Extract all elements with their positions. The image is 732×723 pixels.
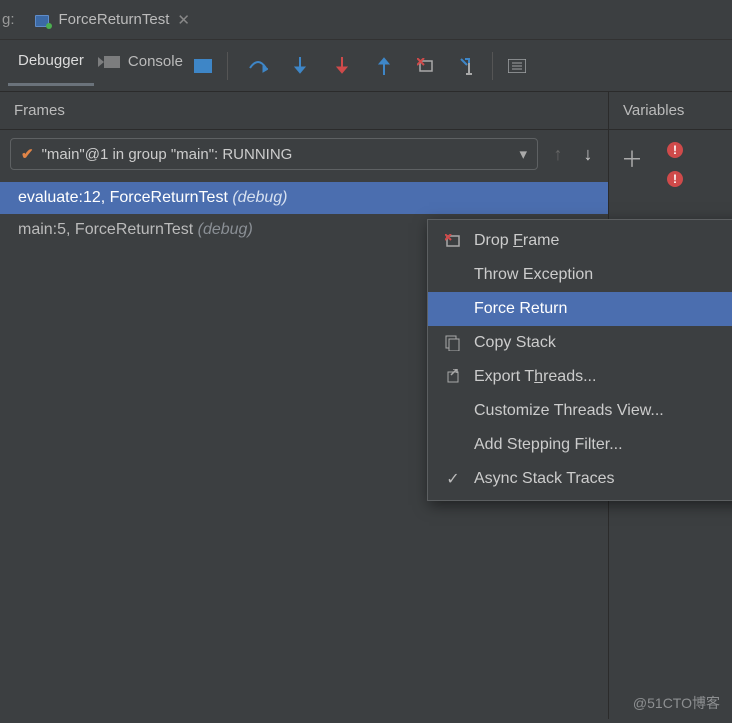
step-into-icon[interactable]: [290, 56, 310, 76]
thread-dropdown[interactable]: ✔ "main"@1 in group "main": RUNNING ▾: [10, 138, 538, 170]
chevron-down-icon: ▾: [519, 145, 527, 163]
drop-frame-menu-icon: [444, 233, 462, 249]
export-icon: [444, 369, 462, 385]
step-over-icon[interactable]: [248, 56, 268, 76]
console-icon: [104, 56, 120, 68]
file-tab-label: ForceReturnTest: [59, 11, 170, 28]
left-truncated-label: g:: [0, 11, 21, 28]
copy-icon: [444, 335, 462, 351]
frame-text: evaluate:12, ForceReturnTest: [18, 189, 232, 206]
frame-item-0[interactable]: evaluate:12, ForceReturnTest (debug): [0, 182, 608, 214]
prev-frame-button: ↑: [548, 144, 568, 165]
debug-toolbar: Debugger Console: [0, 40, 732, 92]
next-frame-button[interactable]: ↓: [578, 144, 598, 165]
ctx-export-threads[interactable]: Export Threads...: [428, 360, 732, 394]
thread-selector-row: ✔ "main"@1 in group "main": RUNNING ▾ ↑ …: [0, 130, 608, 182]
ctx-label: Add Stepping Filter...: [474, 436, 623, 454]
ctx-async-stack-traces[interactable]: ✓ Async Stack Traces: [428, 462, 732, 496]
ctx-customize-threads-view[interactable]: Customize Threads View...: [428, 394, 732, 428]
editor-tabs-row: g: ForceReturnTest ✕: [0, 0, 732, 40]
step-out-icon[interactable]: [374, 56, 394, 76]
frame-suffix: (debug): [198, 221, 253, 238]
ctx-label: Customize Threads View...: [474, 402, 664, 420]
toolbar-separator-2: [492, 52, 493, 80]
force-step-into-icon[interactable]: [332, 56, 352, 76]
frame-text: main:5, ForceReturnTest: [18, 221, 198, 238]
frames-context-menu: Drop Frame Throw Exception Force Return …: [427, 219, 732, 501]
toolbar-separator: [227, 52, 228, 80]
drop-frame-icon[interactable]: [416, 56, 436, 76]
ctx-drop-frame[interactable]: Drop Frame: [428, 224, 732, 258]
ctx-label: Async Stack Traces: [474, 470, 615, 488]
frames-panel-header[interactable]: Frames: [0, 92, 608, 129]
tab-debugger[interactable]: Debugger: [8, 46, 94, 86]
add-watch-button[interactable]: ＋: [621, 142, 643, 174]
evaluate-expression-icon[interactable]: [507, 56, 527, 76]
ctx-label: Copy Stack: [474, 334, 556, 352]
class-run-icon: [33, 13, 51, 27]
ctx-label: Force Return: [474, 300, 567, 318]
error-badge-icon: !: [667, 142, 683, 158]
tab-console-label: Console: [128, 53, 183, 70]
error-badge-icon: !: [667, 171, 683, 187]
file-tab-forcereturntest[interactable]: ForceReturnTest ✕: [21, 5, 202, 35]
ctx-throw-exception[interactable]: Throw Exception: [428, 258, 732, 292]
step-buttons-group: [248, 56, 478, 76]
tab-debugger-label: Debugger: [18, 52, 84, 69]
thread-dropdown-label: "main"@1 in group "main": RUNNING: [42, 146, 293, 163]
run-to-cursor-icon[interactable]: [458, 56, 478, 76]
ctx-label: Drop Frame: [474, 232, 559, 250]
panel-headers: Frames Variables: [0, 92, 732, 130]
check-icon: ✔: [21, 145, 34, 163]
ctx-force-return[interactable]: Force Return: [428, 292, 732, 326]
ctx-label: Export Threads...: [474, 368, 596, 386]
ctx-add-stepping-filter[interactable]: Add Stepping Filter...: [428, 428, 732, 462]
check-icon: ✓: [444, 471, 462, 487]
ctx-label: Throw Exception: [474, 266, 593, 284]
threads-layout-icon[interactable]: [193, 56, 213, 76]
ctx-copy-stack[interactable]: Copy Stack: [428, 326, 732, 360]
close-icon[interactable]: ✕: [177, 11, 190, 29]
frame-suffix: (debug): [232, 189, 287, 206]
tab-console[interactable]: Console: [94, 47, 193, 84]
watermark: @51CTO博客: [633, 693, 720, 713]
variables-panel-header[interactable]: Variables: [608, 92, 732, 129]
